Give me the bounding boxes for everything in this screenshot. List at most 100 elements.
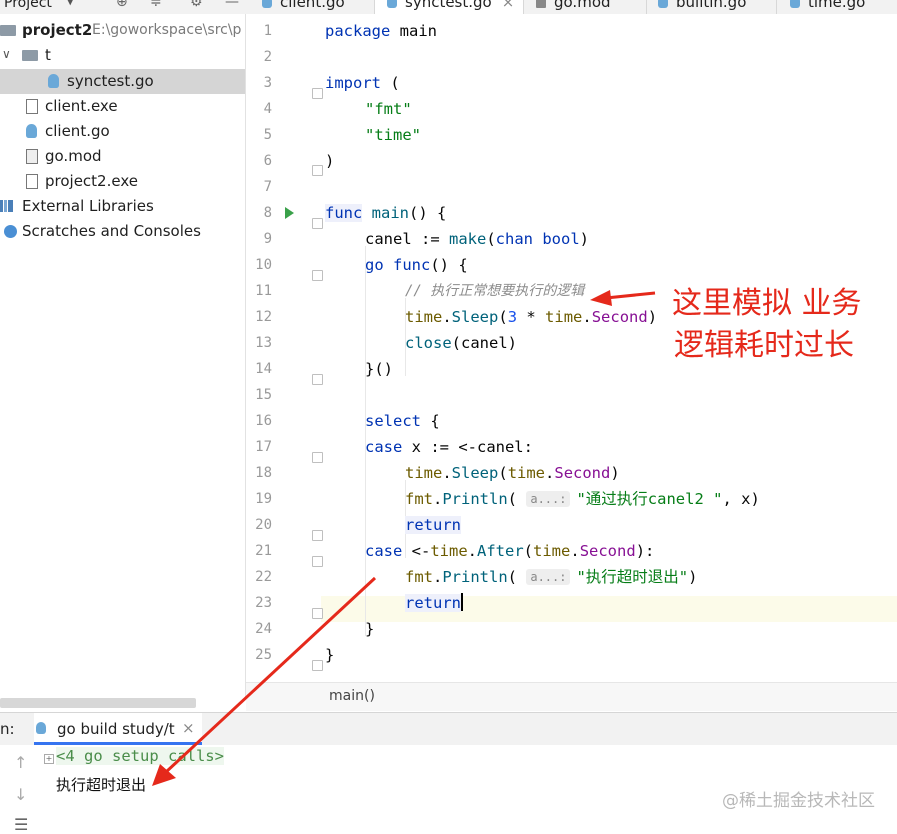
close-icon[interactable]: × (502, 0, 515, 11)
code-line-18: time.Sleep(time.Second) (405, 464, 620, 482)
fold-marker-icon[interactable] (312, 218, 323, 229)
line-number: 8 (263, 205, 272, 221)
fold-marker-icon[interactable] (312, 660, 323, 671)
parameter-hint: a...: (526, 491, 571, 507)
line-number: 9 (263, 231, 272, 247)
code-line-21: case <-time.After(time.Second): (365, 542, 655, 560)
tab-synctest-go[interactable]: synctest.go × (375, 0, 524, 14)
close-icon[interactable]: × (182, 719, 195, 737)
project-tree: project2 E:\goworkspace\src\p ∨ t syncte… (0, 14, 246, 698)
fold-marker-icon[interactable] (312, 452, 323, 463)
watermark: @稀土掘金技术社区 (722, 791, 875, 811)
breadcrumb-main[interactable]: main() (329, 688, 375, 704)
tree-item-scratches[interactable]: Scratches and Consoles (0, 219, 245, 244)
fold-marker-icon[interactable] (312, 374, 323, 385)
tree-item-project2[interactable]: project2 E:\goworkspace\src\p (0, 18, 245, 43)
tab-builtin-go[interactable]: builtin.go (658, 0, 777, 14)
code-line-13: close(canel) (405, 334, 517, 352)
gear-icon[interactable]: ⚙ (190, 0, 203, 10)
line-number: 16 (255, 413, 272, 429)
code-line-5: "time" (365, 126, 421, 144)
code-line-11-comment: // 执行正常想要执行的逻辑 (405, 283, 585, 299)
go-file-icon (36, 722, 46, 734)
line-number: 1 (263, 23, 272, 39)
current-line-highlight (246, 596, 897, 622)
file-icon (26, 149, 38, 164)
go-file-icon (48, 74, 59, 88)
annotation-line-2: 逻辑耗时过长 (674, 328, 854, 363)
line-number: 21 (255, 543, 272, 559)
tab-go-mod[interactable]: go.mod (536, 0, 647, 14)
line-number: 22 (255, 569, 272, 585)
tree-scrollbar[interactable] (0, 698, 196, 708)
code-line-19: fmt.Println( a...: "通过执行canel2 ", x) (405, 490, 760, 508)
arrow-up-icon[interactable]: ↑ (14, 753, 27, 772)
chevron-down-icon[interactable]: ▼ (66, 0, 74, 7)
project-panel-title[interactable]: Project (4, 0, 52, 11)
tab-time-go[interactable]: time.go (790, 0, 897, 14)
file-icon (26, 99, 38, 114)
fold-marker-icon[interactable] (312, 165, 323, 176)
line-number: 13 (255, 335, 272, 351)
tree-item-project2-exe[interactable]: project2.exe (0, 169, 245, 194)
line-number: 19 (255, 491, 272, 507)
file-icon (26, 174, 38, 189)
code-line-3: import ( (325, 74, 400, 92)
line-number: 24 (255, 621, 272, 637)
code-line-16: select { (365, 412, 440, 430)
code-line-25: } (325, 646, 335, 664)
go-file-icon (387, 0, 397, 8)
folder-icon (0, 25, 16, 36)
line-number: 7 (263, 179, 272, 195)
line-number: 15 (255, 387, 272, 403)
scratches-icon (4, 225, 17, 238)
go-file-icon (790, 0, 800, 8)
tree-item-client-exe[interactable]: client.exe (0, 94, 245, 119)
go-file-icon (262, 0, 272, 8)
line-number: 12 (255, 309, 272, 325)
run-gutter-icon[interactable] (285, 207, 294, 219)
library-icon (0, 200, 13, 212)
parameter-hint: a...: (526, 569, 571, 585)
line-number: 11 (255, 283, 272, 299)
breadcrumb: main() (246, 682, 897, 711)
editor-gutter: 1 2 3 4 5 6 7 8 9 10 11 12 13 14 15 16 1… (246, 14, 323, 682)
line-number: 10 (255, 257, 272, 273)
collapse-icon[interactable]: ≑ (150, 0, 162, 10)
setup-calls-line[interactable]: <4 go setup calls> (56, 747, 224, 765)
tree-item-t[interactable]: ∨ t (0, 43, 245, 68)
line-number: 25 (255, 647, 272, 663)
file-icon (536, 0, 546, 8)
run-tab[interactable]: go build study/t × (34, 713, 202, 745)
tree-item-go-mod[interactable]: go.mod (0, 144, 245, 169)
menu-icon[interactable]: ☰ (14, 815, 28, 834)
project-panel-header: Project ▼ ⊕ ≑ ⚙ — (0, 0, 245, 13)
line-number: 18 (255, 465, 272, 481)
tab-client-go[interactable]: client.go (262, 0, 375, 14)
locate-icon[interactable]: ⊕ (116, 0, 128, 10)
fold-marker-icon[interactable] (312, 556, 323, 567)
fold-marker-icon[interactable] (312, 608, 323, 619)
minimize-icon[interactable]: — (225, 0, 239, 10)
fold-marker-icon[interactable] (312, 530, 323, 541)
code-line-1: package main (325, 22, 437, 40)
arrow-down-icon[interactable]: ↓ (14, 785, 27, 804)
line-number: 2 (263, 49, 272, 65)
text-caret (461, 593, 463, 611)
tree-item-external-libraries[interactable]: External Libraries (0, 194, 245, 219)
code-line-22: fmt.Println( a...: "执行超时退出") (405, 568, 698, 586)
tree-item-client-go[interactable]: client.go (0, 119, 245, 144)
tree-item-synctest-go[interactable]: synctest.go (0, 69, 245, 94)
code-line-4: "fmt" (365, 100, 412, 118)
run-panel-header: n: go build study/t × (0, 712, 897, 746)
expand-icon[interactable]: + (44, 754, 54, 764)
line-number: 4 (263, 101, 272, 117)
folder-icon (22, 50, 38, 61)
chevron-down-icon[interactable]: ∨ (2, 47, 11, 61)
line-number: 6 (263, 153, 272, 169)
code-line-12: time.Sleep(3 * time.Second) (405, 308, 658, 326)
code-line-8: func main() { (325, 204, 447, 222)
fold-marker-icon[interactable] (312, 88, 323, 99)
fold-marker-icon[interactable] (312, 270, 323, 281)
code-line-6: ) (325, 152, 335, 170)
